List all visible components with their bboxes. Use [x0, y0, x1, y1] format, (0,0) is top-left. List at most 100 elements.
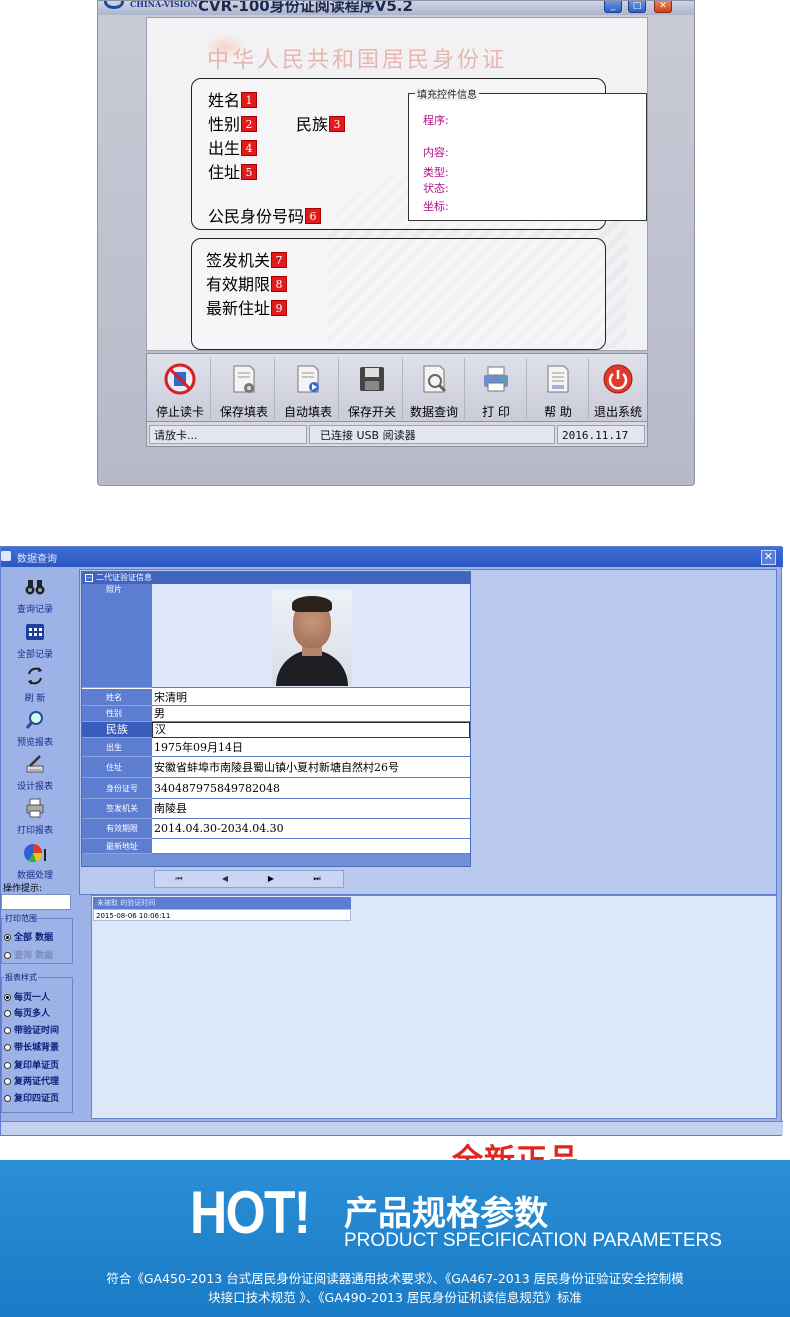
radio-one-per-page[interactable]: 每页一人 [4, 990, 50, 1003]
status-connection: 已连接 USB 阅读器 [309, 425, 555, 444]
field-badge: 8 [271, 276, 288, 292]
log-row[interactable]: 2015-08-06 10:06:11 [93, 909, 351, 921]
exit-button[interactable]: 退出系统 [587, 358, 649, 420]
close-button[interactable]: ✕ [654, 1, 672, 13]
log-header: 未被取 的验证时间 [93, 897, 351, 909]
next-record-button[interactable]: ▶ [249, 872, 293, 886]
maximize-button[interactable]: □ [628, 1, 646, 13]
collapse-icon[interactable]: − [85, 574, 93, 582]
nav-data-processing[interactable]: 数据处理 [1, 843, 69, 881]
field-badge: 4 [241, 140, 258, 156]
query-close-button[interactable]: ✕ [761, 550, 776, 565]
save-switch-button[interactable]: 保存开关 [341, 358, 403, 420]
radio-dot [4, 952, 11, 959]
row-value-issuer: 南陵县 [152, 799, 470, 819]
radio-dot [4, 934, 11, 941]
row-label-ethnicity: 民族 [82, 722, 152, 738]
hot-label: HOT! [190, 1179, 311, 1246]
magnifier-icon [25, 711, 43, 729]
toolbar-label: 退出系统 [593, 405, 642, 419]
pie-chart-icon [24, 844, 46, 863]
toolbar-label: 自动填表 [283, 405, 332, 419]
field-gender[interactable]: 性别 2 [208, 111, 258, 135]
card-watermark: 中华人民共和国居民身份证 [207, 48, 508, 73]
row-value-id-number: 340487975849782048 [152, 778, 470, 799]
nav-design-report[interactable]: 设计报表 [1, 754, 69, 792]
field-validity[interactable]: 有效期限 8 [206, 271, 288, 295]
radio-multi-per-page[interactable]: 每页多人 [4, 1006, 50, 1019]
query-main-panel: 二代证验证信息 − 照片 姓名 宋清明 性别 男 民族 汉 出生 1975年09… [79, 569, 777, 895]
toolbar-label: 帮 助 [544, 405, 572, 419]
verify-info-table: 二代证验证信息 − 照片 姓名 宋清明 性别 男 民族 汉 出生 1975年09… [81, 571, 471, 867]
nav-all-records[interactable]: 全部记录 [1, 622, 69, 660]
info-box-legend: 填充控件信息 [415, 86, 479, 101]
china-vision-logo-icon [104, 1, 124, 9]
grid-icon [26, 624, 44, 640]
radio-with-verify-time[interactable]: 带验证时间 [4, 1023, 59, 1036]
row-value-name: 宋清明 [152, 689, 470, 706]
save-form-button[interactable]: 保存填表 [213, 358, 275, 420]
document-search-icon [423, 365, 447, 393]
stop-icon [164, 363, 196, 395]
info-program: 程序: [423, 114, 449, 127]
hint-box [1, 894, 71, 910]
row-value-new-address [152, 839, 470, 854]
radio-great-wall-bg[interactable]: 带长城背景 [4, 1040, 59, 1053]
id-photo [272, 590, 352, 686]
row-label-gender: 性别 [82, 706, 152, 722]
query-titlebar: 数据查询 ✕ [1, 547, 783, 567]
field-badge: 2 [241, 116, 258, 132]
printer-icon [484, 366, 508, 392]
window-title: CVR-100身份证阅读程序V5.2 [198, 0, 413, 15]
row-value-ethnicity[interactable]: 汉 [152, 722, 470, 738]
row-value-validity: 2014.04.30-2034.04.30 [152, 819, 470, 839]
radio-copy-two-agent[interactable]: 复两证代理 [4, 1074, 59, 1087]
row-value-gender: 男 [152, 706, 470, 722]
field-new-address[interactable]: 最新住址 9 [206, 295, 288, 319]
photo-cell [152, 584, 470, 688]
radio-all-data[interactable]: 全部 数据 [4, 930, 53, 943]
radio-dot [4, 1044, 11, 1051]
nav-query-records[interactable]: 查询记录 [1, 577, 69, 615]
first-record-button[interactable]: ⏮ [157, 872, 201, 886]
field-badge: 7 [271, 252, 288, 268]
design-pencil-icon [26, 755, 44, 773]
refresh-icon [28, 667, 42, 685]
standards-line-1: 符合《GA450-2013 台式居民身份证阅读器通用技术要求》、《GA467-2… [106, 1271, 684, 1286]
radio-dot [4, 1010, 11, 1017]
field-id-number[interactable]: 公民身份号码 6 [208, 203, 322, 227]
field-birth[interactable]: 出生 4 [208, 135, 258, 159]
radio-copy-four[interactable]: 复印四证页 [4, 1091, 59, 1104]
toolbar-label: 停止读卡 [155, 405, 204, 419]
auto-fill-button[interactable]: 自动填表 [277, 358, 339, 420]
query-statusbar [1, 1121, 783, 1135]
verify-log-panel: 未被取 的验证时间 2015-08-06 10:06:11 [91, 895, 777, 1119]
last-record-button[interactable]: ⏭ [295, 872, 339, 886]
print-button[interactable]: 打 印 [465, 358, 527, 420]
field-badge: 6 [305, 208, 322, 224]
nav-print-report[interactable]: 打印报表 [1, 798, 69, 836]
fill-control-info-box: 填充控件信息 程序: 内容: 类型: 状态: 坐标: [408, 86, 647, 221]
row-label-id-number: 身份证号 [82, 778, 152, 799]
prev-record-button[interactable]: ◀ [203, 872, 247, 886]
nav-refresh[interactable]: 刷 新 [1, 666, 69, 704]
data-query-button[interactable]: 数据查询 [403, 358, 465, 420]
toolbar-label: 保存填表 [219, 405, 268, 419]
field-issuer[interactable]: 签发机关 7 [206, 247, 288, 271]
help-button[interactable]: 帮 助 [527, 358, 589, 420]
field-address[interactable]: 住址 5 [208, 159, 258, 183]
report-style-title: 报表样式 [4, 972, 38, 983]
verify-info-header: 二代证验证信息 [82, 572, 470, 584]
document-gear-icon [233, 365, 255, 393]
radio-copy-single[interactable]: 复印单证页 [4, 1058, 59, 1071]
hint-label: 操作提示: [3, 884, 43, 894]
power-icon [603, 364, 633, 394]
radio-query-data[interactable]: 查询 数据 [4, 948, 53, 961]
minimize-button[interactable]: _ [604, 1, 622, 13]
row-label-birth: 出生 [82, 738, 152, 757]
nav-preview-report[interactable]: 预览报表 [1, 710, 69, 748]
field-ethnicity[interactable]: 民族 3 [296, 111, 346, 135]
help-book-icon [547, 365, 569, 393]
field-name[interactable]: 姓名 1 [208, 87, 258, 111]
stop-reading-button[interactable]: 停止读卡 [149, 358, 211, 420]
